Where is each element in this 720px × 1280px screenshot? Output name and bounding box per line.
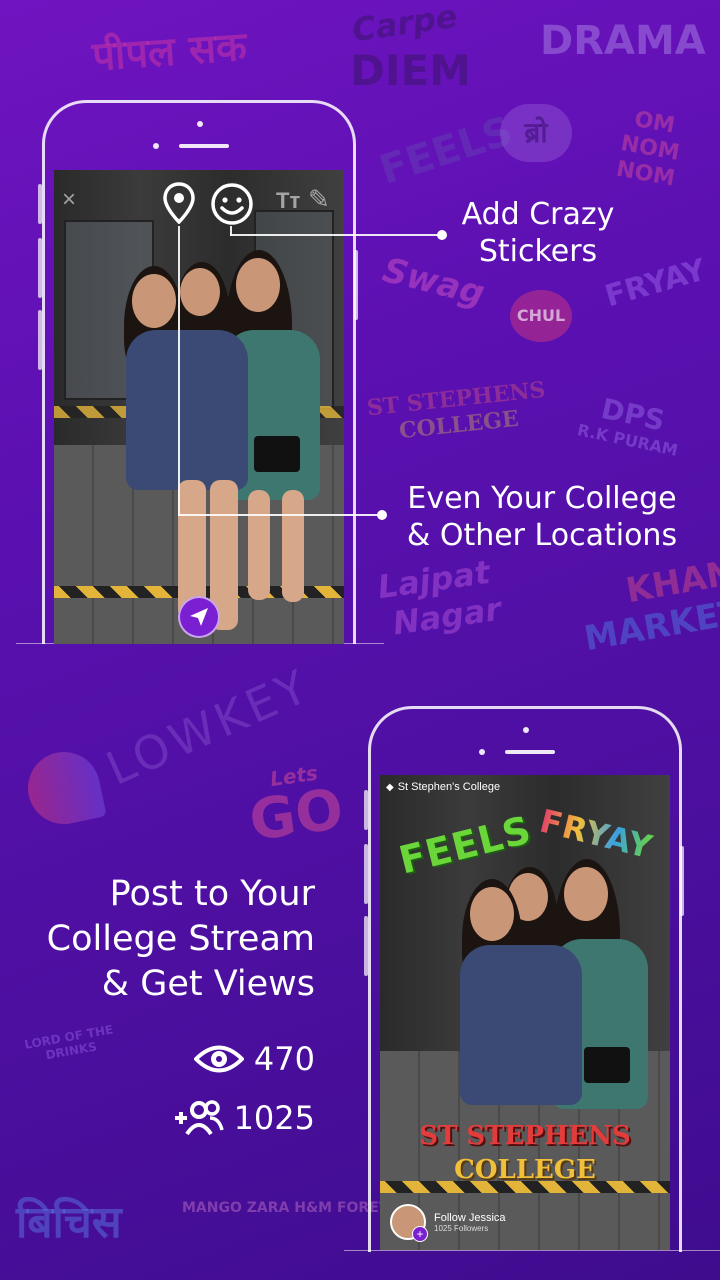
follow-user-row[interactable]: + Follow Jessica 1025 Followers (390, 1204, 506, 1242)
followers-stat: 1025 (172, 1098, 315, 1138)
location-callout-line2: & Other Locations (406, 518, 678, 553)
college-sticker-line1: ST STEPHENS (419, 1121, 631, 1151)
eye-icon (193, 1045, 244, 1073)
college-sticker[interactable]: ST STEPHENS COLLEGE (380, 1121, 670, 1185)
st-stephens-line1: ST STEPHENS (365, 376, 547, 422)
lets-go-line2: GO (245, 776, 348, 855)
khan-line2: MARKET (581, 592, 720, 660)
dps-line2: R.K PURAM (575, 420, 680, 461)
location-pin-icon: ◆ (386, 781, 394, 793)
bro-text: ब्रो (524, 116, 548, 149)
bg-sticker-st-stephens: ST STEPHENS COLLEGE (366, 377, 550, 447)
headline-line3: & Get Views (101, 964, 315, 1004)
bg-sticker-om-nom: OM NOM NOM (614, 107, 682, 192)
bg-sticker-chul: CHUL (510, 290, 572, 342)
close-icon[interactable]: × (62, 186, 76, 214)
follow-plus-icon[interactable]: + (412, 1226, 428, 1242)
handbag (584, 1047, 630, 1083)
dps-line1: DPS (598, 391, 668, 438)
bg-sticker-carpe: Carpe (349, 0, 460, 50)
phone-camera (523, 727, 529, 733)
bg-sticker-drama: DRAMA (540, 18, 706, 64)
st-stephens-line2: COLLEGE (397, 405, 520, 445)
headline-line1: Post to Your (109, 874, 315, 914)
text-tool-icon[interactable]: Tт (276, 188, 300, 214)
stickers-callout-line1: Add Crazy (461, 197, 615, 232)
location-callout-line1: Even Your College (407, 481, 677, 516)
location-callout: Even Your College & Other Locations (392, 480, 692, 554)
person-dress (460, 945, 582, 1105)
bg-sticker-hindi-top: पीपल सक (90, 23, 249, 81)
phone-side-button (364, 844, 368, 904)
bg-sticker-lowkey: LOWKEY (98, 658, 319, 796)
send-icon (190, 608, 208, 626)
bg-sticker-dps: DPS R.K PURAM (576, 388, 687, 460)
phone-side-button (354, 250, 358, 320)
khan-line1: KHAN (623, 552, 720, 612)
phone-sensor (479, 749, 485, 755)
person-face (470, 887, 514, 941)
lets-go-line1: Lets (268, 760, 320, 792)
phone-baseline (344, 1250, 720, 1251)
person-face (564, 867, 608, 921)
phone-side-button (38, 238, 42, 298)
person-face (236, 258, 280, 312)
location-callout-line (178, 514, 382, 516)
phone-side-button (364, 790, 368, 830)
stream-headline: Post to Your College Stream & Get Views (47, 872, 315, 1007)
lajpat-line1: Lajpat (375, 552, 493, 607)
college-sticker-line2: COLLEGE (454, 1155, 596, 1185)
phone-speaker (505, 750, 555, 754)
sticker-callout-line (230, 234, 442, 236)
lajpat-line2: Nagar (390, 589, 504, 643)
handbag (254, 436, 300, 472)
headline-line2: College Stream (46, 919, 315, 959)
sticker-smiley-icon[interactable] (210, 182, 254, 231)
story-location-label[interactable]: ◆ St Stephen's College (386, 781, 500, 793)
camera-preview-screen[interactable]: × Tт ✎ (54, 170, 344, 644)
person-face (180, 268, 220, 316)
bg-sticker-bro: ब्रो (500, 104, 572, 162)
person-leg (282, 490, 304, 602)
phone-side-button (38, 310, 42, 370)
views-count: 470 (253, 1040, 315, 1078)
location-pin-icon[interactable] (162, 182, 196, 229)
story-preview-screen[interactable]: ◆ St Stephen's College FEELS FRYAY ST ST… (380, 775, 670, 1250)
bg-sticker-lord: LORD OF THE DRINKS (23, 1022, 115, 1063)
person-leg (248, 490, 270, 600)
person-face (132, 274, 176, 328)
bg-sticker-hindi-bottom: बिचिस (16, 1197, 122, 1248)
sticker-callout-line-stub (230, 226, 232, 236)
phone-side-button (680, 846, 684, 916)
bg-sticker-khan-market: KHAN MARKET (574, 553, 720, 659)
add-followers-icon (174, 1100, 224, 1136)
bg-sticker-lajpat: Lajpat Nagar (375, 552, 503, 644)
story-location-text: St Stephen's College (397, 781, 501, 793)
chul-text: CHUL (516, 306, 566, 325)
phone-side-button (364, 916, 368, 976)
sticker-callout-dot (437, 230, 447, 240)
follow-label[interactable]: Follow Jessica (434, 1212, 506, 1224)
followers-count: 1025 (233, 1099, 315, 1137)
phone-side-button (38, 184, 42, 224)
bg-sticker-diem: DIEM (350, 46, 471, 95)
phone-camera (197, 121, 203, 127)
stickers-callout-line2: Stickers (478, 234, 598, 269)
person-dress (126, 330, 248, 490)
phone-sensor (153, 143, 159, 149)
views-stat: 470 (193, 1040, 315, 1078)
location-callout-dot (377, 510, 387, 520)
phone-speaker (179, 144, 229, 148)
stickers-callout: Add Crazy Stickers (448, 196, 628, 270)
bg-sticker-feels: FEELS (374, 108, 519, 194)
follower-count-label: 1025 Followers (434, 1223, 489, 1233)
pencil-icon[interactable]: ✎ (308, 184, 330, 215)
bg-sticker-heart (21, 745, 107, 831)
send-button[interactable] (178, 596, 220, 638)
bg-sticker-lets-go: Lets GO (243, 758, 348, 855)
avatar[interactable]: + (390, 1204, 428, 1242)
location-callout-line-vertical (178, 226, 180, 516)
